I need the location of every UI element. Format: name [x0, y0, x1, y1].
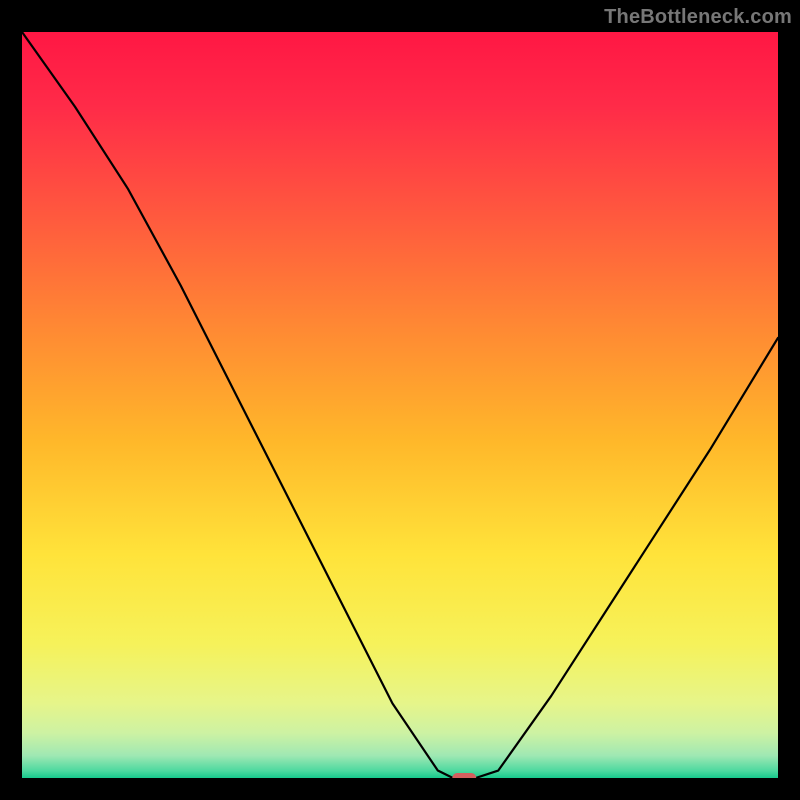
gradient-bg [22, 32, 778, 778]
plot-area [22, 32, 778, 778]
chart-container: TheBottleneck.com [0, 0, 800, 800]
attribution-text: TheBottleneck.com [604, 6, 792, 29]
